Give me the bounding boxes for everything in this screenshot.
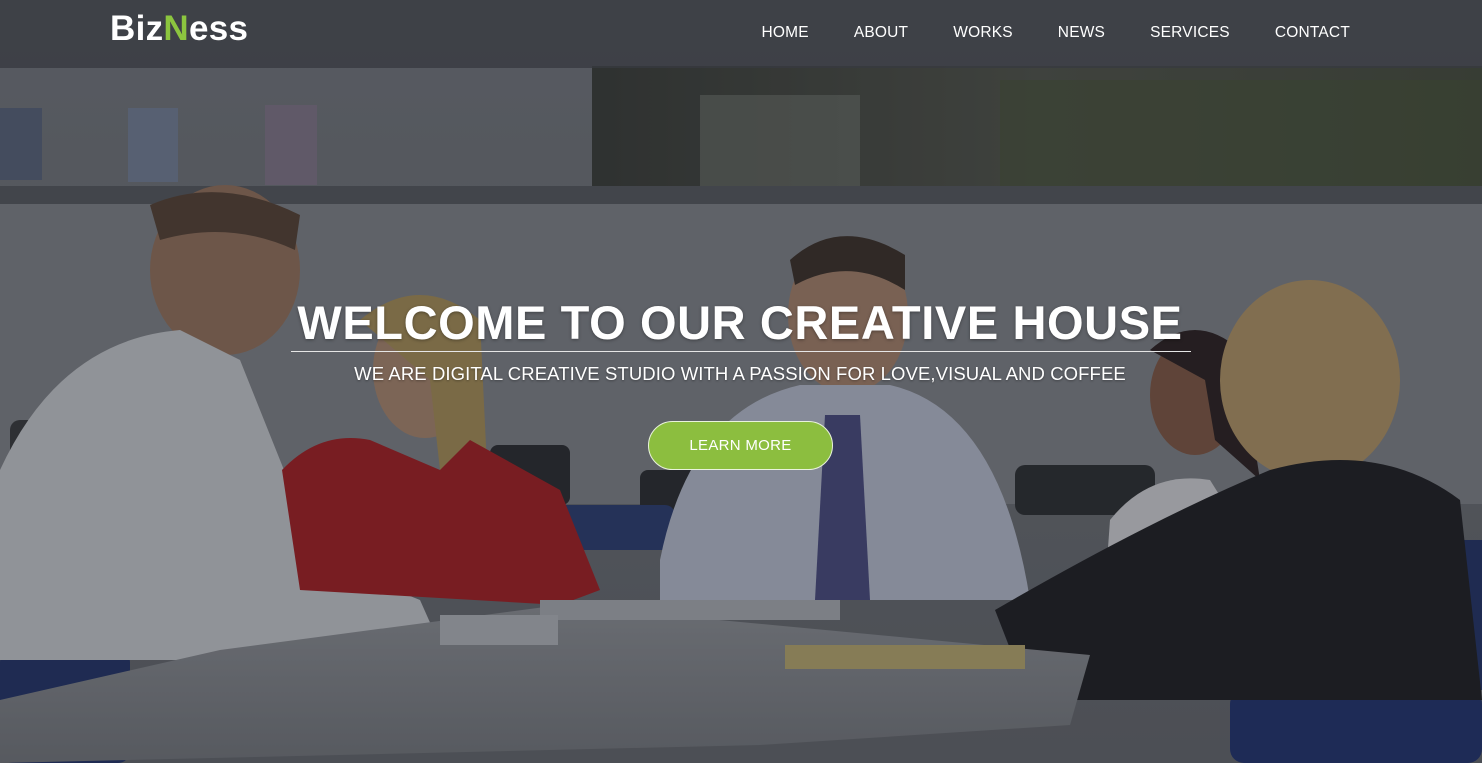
main-navigation: HOME ABOUT WORKS NEWS SERVICES CONTACT xyxy=(762,24,1350,42)
brand-logo[interactable]: BizNess xyxy=(110,9,248,49)
hero-tagline: WE ARE DIGITAL CREATIVE STUDIO WITH A PA… xyxy=(354,363,1126,384)
nav-item-home[interactable]: HOME xyxy=(762,24,809,42)
learn-more-button[interactable]: LEARN MORE xyxy=(648,421,833,470)
top-navbar: BizNess HOME ABOUT WORKS NEWS SERVICES C… xyxy=(0,0,1482,68)
logo-text-accent: N xyxy=(163,9,189,48)
logo-text-suffix: ess xyxy=(188,9,249,48)
nav-item-contact[interactable]: CONTACT xyxy=(1275,24,1350,42)
logo-text-prefix: Biz xyxy=(110,9,164,48)
nav-item-services[interactable]: SERVICES xyxy=(1150,24,1230,42)
nav-item-about[interactable]: ABOUT xyxy=(854,24,908,42)
hero-headline: WELCOME TO OUR CREATIVE HOUSE xyxy=(297,296,1183,349)
hero-section: BizNess HOME ABOUT WORKS NEWS SERVICES C… xyxy=(0,0,1482,763)
nav-item-news[interactable]: NEWS xyxy=(1058,24,1105,42)
nav-item-works[interactable]: WORKS xyxy=(953,24,1013,42)
headline-divider xyxy=(291,351,1191,352)
